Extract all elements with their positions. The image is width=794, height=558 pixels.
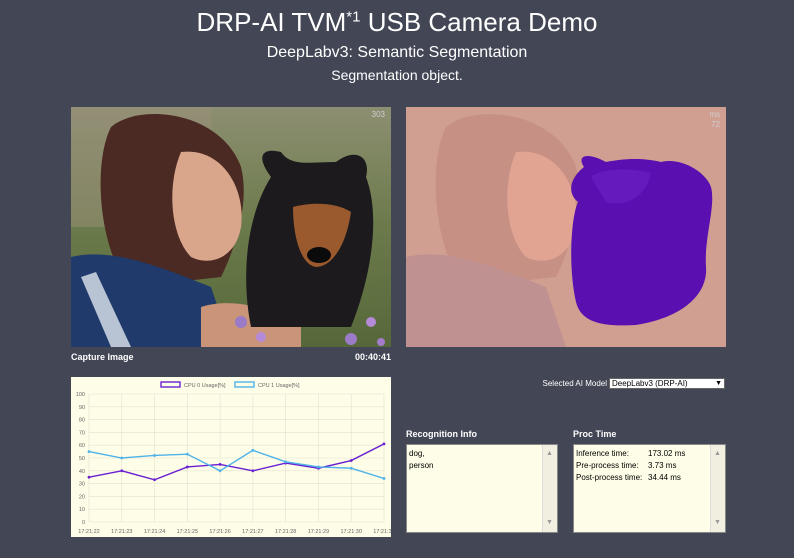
data-point-cpu0	[349, 459, 353, 462]
x-tick-label: 17:21:24	[144, 529, 165, 535]
capture-image-label: Capture Image	[71, 352, 134, 362]
ai-model-label: Selected AI Model	[542, 379, 607, 388]
data-point-cpu0	[218, 463, 222, 466]
scroll-up-icon[interactable]: ▲	[714, 448, 721, 460]
recognition-info-title: Recognition Info	[406, 429, 477, 439]
ai-model-selected-value: DeepLabv3 (DRP-AI)	[612, 379, 688, 388]
data-point-cpu1	[284, 460, 288, 464]
capture-image: 303	[71, 107, 391, 347]
y-tick-label: 90	[79, 405, 85, 411]
y-tick-label: 30	[79, 482, 85, 488]
legend-label: CPU 1 Usage[%]	[258, 383, 300, 389]
x-tick-label: 17:21:28	[275, 529, 296, 535]
x-tick-label: 17:21:29	[308, 529, 329, 535]
proc-row-preprocess: Pre-process time: 3.73 ms	[576, 461, 677, 470]
task-description: Segmentation object.	[331, 67, 463, 83]
data-point-cpu0	[153, 478, 156, 482]
recognition-scrollbar[interactable]: ▲ ▼	[542, 445, 557, 532]
proc-row-inference: Inference time: 173.02 ms	[576, 449, 686, 458]
capture-timestamp: 00:40:41	[354, 352, 391, 362]
data-point-cpu0	[251, 469, 255, 473]
cpu-usage-chart: 0 10 20 30 40 50 60 70 80 90 100 17:21:22 17:21:23 17…	[71, 377, 395, 537]
page-title: DRP-AI TVM*1 USB Camera Demo	[196, 7, 598, 37]
x-tick-label: 17:21:23	[111, 529, 132, 535]
y-tick-label: 70	[79, 430, 85, 436]
capture-corner-text: 303	[371, 110, 385, 119]
x-tick-label: 17:21:30	[341, 529, 362, 535]
legend-swatch	[234, 381, 255, 388]
x-tick-label: 17:21:25	[177, 529, 198, 535]
title-footnote-mark: *1	[346, 8, 361, 26]
x-tick-label: 17:21:22	[78, 529, 99, 535]
data-point-cpu1	[382, 477, 386, 480]
proc-row-postprocess: Post-process time: 34.44 ms	[576, 473, 681, 482]
ai-model-select[interactable]: DeepLabv3 (DRP-AI) ▼	[609, 378, 725, 389]
scroll-down-icon[interactable]: ▼	[714, 517, 721, 529]
data-point-cpu0	[120, 469, 124, 473]
recognition-line: person	[409, 461, 434, 470]
data-point-cpu0	[185, 465, 189, 469]
segmentation-image: ms 72	[406, 107, 726, 347]
proc-time-title: Proc Time	[573, 429, 617, 439]
y-tick-label: 40	[79, 469, 85, 475]
data-point-cpu0	[87, 475, 91, 479]
data-point-cpu1	[153, 454, 156, 457]
recognition-info-textarea[interactable]: dog, person ▲ ▼	[406, 444, 558, 533]
data-point-cpu0	[382, 442, 386, 446]
series-line-cpu0	[88, 443, 385, 481]
y-tick-label: 20	[79, 494, 85, 500]
scroll-up-icon[interactable]: ▲	[546, 448, 553, 460]
proc-time-textarea[interactable]: Inference time: 173.02 ms Pre-process tim…	[573, 444, 726, 533]
x-tick-label: 17:21:31	[373, 529, 391, 535]
data-point-cpu1	[251, 448, 255, 452]
proc-time-scrollbar[interactable]: ▲ ▼	[710, 445, 725, 532]
data-point-cpu1	[185, 452, 189, 456]
data-point-cpu1	[317, 465, 320, 469]
scroll-down-icon[interactable]: ▼	[546, 517, 553, 529]
x-tick-label: 17:21:27	[242, 529, 263, 535]
x-tick-label: 17:21:26	[209, 529, 230, 535]
recognition-line: dog,	[409, 449, 425, 458]
legend-label: CPU 0 Usage[%]	[184, 383, 226, 389]
data-point-cpu1	[349, 466, 353, 470]
legend-swatch	[160, 381, 181, 388]
model-subtitle: DeepLabv3: Semantic Segmentation	[266, 44, 528, 61]
y-tick-label: 80	[79, 418, 85, 424]
y-tick-label: 50	[79, 456, 85, 462]
y-tick-label: 10	[79, 507, 85, 513]
data-point-cpu1	[87, 450, 91, 453]
data-point-cpu1	[218, 469, 222, 473]
seg-corner-text-1: ms	[709, 110, 720, 119]
cpu-usage-chart-svg: 0 10 20 30 40 50 60 70 80 90 100 17:21:22 17:21:23 17…	[76, 381, 395, 535]
y-tick-label: 100	[76, 392, 85, 398]
chevron-down-icon: ▼	[715, 380, 722, 387]
y-tick-label: 60	[79, 443, 85, 449]
y-tick-label: 0	[82, 520, 85, 526]
seg-corner-text-2: 72	[711, 120, 720, 129]
data-point-cpu1	[120, 456, 124, 460]
